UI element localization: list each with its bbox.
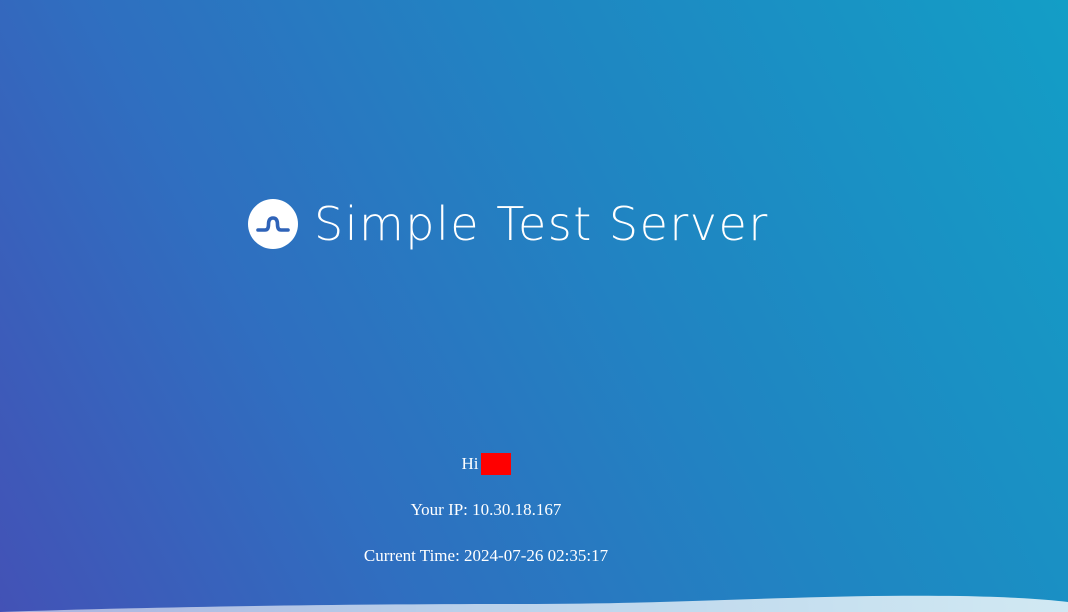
ip-address-text: Your IP: 10.30.18.167 bbox=[410, 500, 562, 519]
current-time-text: Current Time: 2024-07-26 02:35:17 bbox=[363, 546, 609, 565]
greeting-text: Hi bbox=[461, 454, 479, 473]
page-root: { "header": { "logo_icon": "wave-logo-ic… bbox=[0, 0, 1068, 612]
wave-logo-icon bbox=[248, 199, 298, 249]
brand-header: Simple Test Server bbox=[248, 196, 769, 252]
redacted-name-block bbox=[480, 453, 511, 475]
footer-wave-decoration bbox=[0, 595, 1068, 612]
greeting-line: Hi bbox=[0, 453, 972, 475]
page-title: Simple Test Server bbox=[314, 197, 769, 251]
